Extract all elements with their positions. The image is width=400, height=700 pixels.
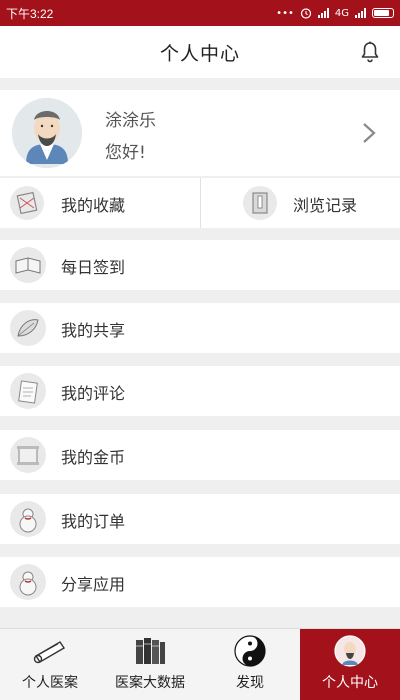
profile-name: 涂涂乐 [105,111,156,131]
menu-item-share[interactable]: 我的共享 [0,303,400,353]
status-icons: ••• 4G [276,7,394,19]
scroll-roll-icon [33,641,65,664]
gourd-icon [10,501,46,537]
menu-item-label: 我的订单 [61,512,126,531]
books-icon [136,638,165,664]
history-label: 浏览记录 [293,196,358,215]
chevron-right-icon[interactable] [362,122,376,144]
history-link[interactable]: 浏览记录 [200,178,400,228]
profile-greeting: 您好! [105,143,146,163]
paper-icon [10,373,46,409]
status-time: 下午3:22 [6,6,54,21]
book-icon [10,247,46,283]
tab-personal-center[interactable]: 个人中心 [300,629,400,700]
favorites-link[interactable]: 我的收藏 [0,178,200,228]
quick-links: 我的收藏 浏览记录 [0,178,400,228]
page-header: 个人中心 [0,26,400,78]
status-bar: 下午3:22 ••• 4G [0,0,400,26]
tab-label: 个人医案 [22,675,78,691]
history-book-icon [243,186,277,220]
tab-discover[interactable]: 发现 [200,629,300,700]
bookmark-icon [10,186,44,220]
tab-label: 医案大数据 [115,675,185,691]
signal-icon-2 [355,8,366,18]
menu-item-share-app[interactable]: 分享应用 [0,557,400,607]
menu-item-label: 分享应用 [61,575,126,594]
tab-case-big-data[interactable]: 医案大数据 [100,629,200,700]
menu-item-orders[interactable]: 我的订单 [0,494,400,544]
leaf-icon [10,310,46,346]
avatar[interactable] [12,98,82,168]
network-label: 4G [334,7,349,19]
alarm-icon [300,8,311,19]
status-dots: ••• [276,7,294,19]
yin-yang-icon [234,635,266,667]
battery-icon [372,8,394,18]
gourd-share-icon [10,564,46,600]
profile-avatar-icon [334,635,366,667]
menu-item-comments[interactable]: 我的评论 [0,366,400,416]
tab-label: 个人中心 [322,675,378,691]
favorites-label: 我的收藏 [61,196,126,215]
bottom-tab-bar: 个人医案 医案大数据 发现 个人中心 [0,628,400,700]
menu-item-label: 每日签到 [61,258,126,277]
menu-item-label: 我的评论 [61,384,126,403]
signal-icon [317,8,329,18]
menu-item-coins[interactable]: 我的金币 [0,430,400,480]
bell-icon[interactable] [358,40,382,64]
profile-card[interactable]: 涂涂乐 您好! [0,90,400,176]
tab-label: 发现 [236,675,264,691]
menu-item-label: 我的共享 [61,321,126,340]
page-title: 个人中心 [159,42,240,65]
tab-personal-cases[interactable]: 个人医案 [0,629,100,700]
confucius-avatar-icon [12,98,82,168]
menu-item-checkin[interactable]: 每日签到 [0,240,400,290]
menu-item-label: 我的金币 [61,448,126,467]
scroll-icon [10,437,46,473]
